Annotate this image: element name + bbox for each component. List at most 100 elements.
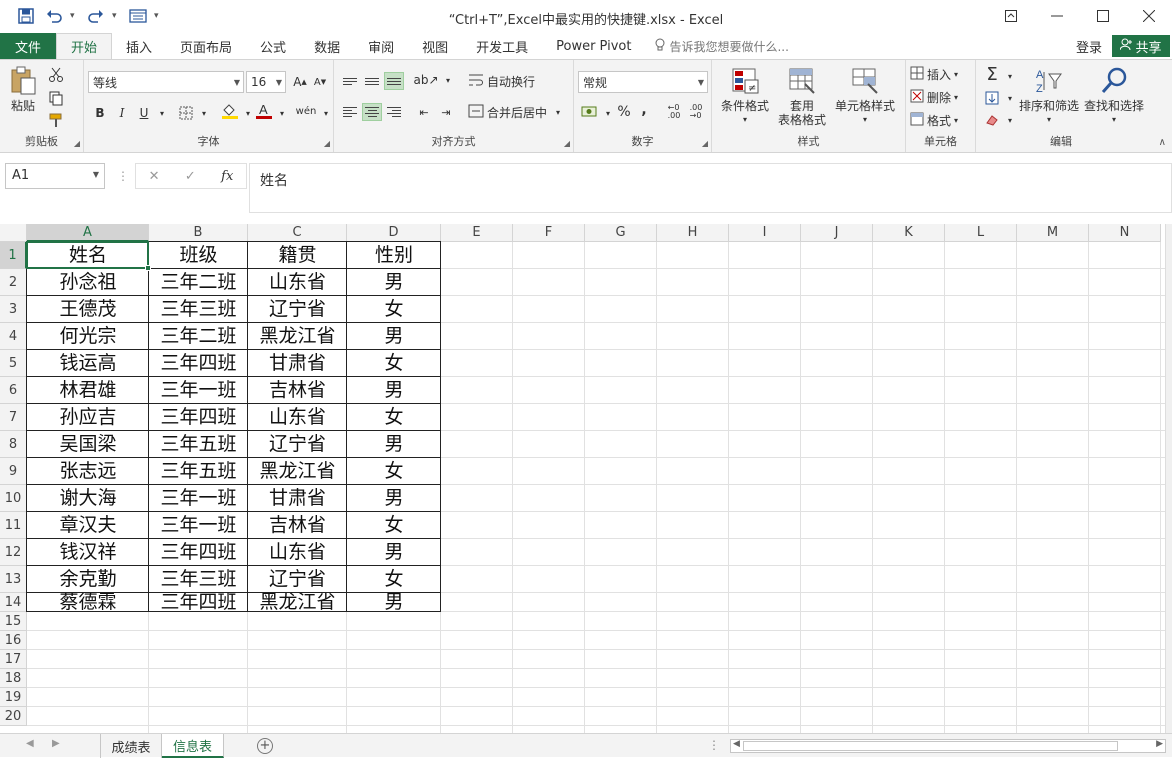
sheet-tab-scores[interactable]: 成绩表 [100, 734, 162, 758]
table-cell[interactable]: 三年四班 [149, 593, 248, 612]
row-header-12[interactable]: 12 [0, 539, 27, 566]
align-center-icon[interactable] [362, 103, 382, 121]
column-header-h[interactable]: H [657, 224, 729, 242]
ribbon-display-icon[interactable] [988, 0, 1034, 32]
comma-button[interactable]: , [634, 100, 654, 120]
scroll-left-icon[interactable]: ◀ [733, 739, 740, 749]
row-header-19[interactable]: 19 [0, 688, 27, 707]
font-name-combo[interactable]: 等线 ▼ [88, 71, 244, 93]
conditional-format-button[interactable]: ≠ 条件格式 ▾ [718, 66, 772, 127]
column-header-n[interactable]: N [1089, 224, 1161, 242]
table-cell[interactable]: 黑龙江省 [248, 593, 347, 612]
select-all-corner[interactable] [0, 224, 27, 242]
row-header-2[interactable]: 2 [0, 269, 27, 296]
row-header-8[interactable]: 8 [0, 431, 27, 458]
row-header-7[interactable]: 7 [0, 404, 27, 431]
insert-function-button[interactable]: fx [221, 169, 233, 184]
column-header-f[interactable]: F [513, 224, 585, 242]
table-cell[interactable]: 三年一班 [149, 485, 248, 512]
table-cell[interactable]: 孙念祖 [27, 269, 149, 296]
table-cell[interactable]: 钱运高 [27, 350, 149, 377]
font-color-dropdown-icon[interactable]: ▾ [272, 103, 292, 123]
next-sheet-icon[interactable]: ▶ [52, 738, 60, 749]
tell-me-box[interactable]: 告诉我您想要做什么... [645, 33, 789, 60]
table-cell[interactable]: 三年二班 [149, 323, 248, 350]
merge-dropdown-icon[interactable]: ▾ [556, 108, 560, 117]
tab-data[interactable]: 数据 [300, 33, 354, 60]
tab-view[interactable]: 视图 [408, 33, 462, 60]
underline-dropdown-icon[interactable]: ▾ [152, 103, 172, 123]
tab-page-layout[interactable]: 页面布局 [166, 33, 246, 60]
tab-formulas[interactable]: 公式 [246, 33, 300, 60]
format-painter-icon[interactable] [46, 110, 66, 130]
table-cell[interactable]: 三年三班 [149, 566, 248, 593]
column-header-e[interactable]: E [441, 224, 513, 242]
table-header-cell[interactable]: 班级 [149, 242, 248, 269]
table-cell[interactable]: 山东省 [248, 539, 347, 566]
decrease-font-icon[interactable]: A ▼ [310, 72, 330, 92]
font-size-combo[interactable]: 16 ▼ [246, 71, 286, 93]
column-header-a[interactable]: A [27, 224, 149, 242]
row-header-16[interactable]: 16 [0, 631, 27, 650]
enter-icon[interactable]: ✓ [185, 169, 196, 184]
share-button[interactable]: 共享 [1112, 35, 1170, 57]
format-cells-button[interactable]: 格式 ▾ [910, 110, 958, 130]
formula-input[interactable]: 姓名 [249, 163, 1172, 213]
row-header-4[interactable]: 4 [0, 323, 27, 350]
redo-icon[interactable] [84, 5, 108, 27]
orientation-dropdown-icon[interactable]: ▾ [438, 70, 458, 90]
table-cell[interactable]: 辽宁省 [248, 431, 347, 458]
row-header-11[interactable]: 11 [0, 512, 27, 539]
cut-icon[interactable] [46, 65, 66, 85]
column-header-j[interactable]: J [801, 224, 873, 242]
table-cell[interactable]: 孙应吉 [27, 404, 149, 431]
column-header-b[interactable]: B [149, 224, 248, 242]
table-cell[interactable]: 吉林省 [248, 512, 347, 539]
worksheet-grid[interactable]: A B C D E F G H I J K L M N 1 2 3 4 5 6 7 8 9 10 11 12 13 14 15 16 17 1… [0, 224, 1172, 733]
tab-review[interactable]: 审阅 [354, 33, 408, 60]
decrease-decimal-icon[interactable]: .00 →0 [686, 102, 706, 122]
table-cell[interactable]: 三年四班 [149, 350, 248, 377]
align-right-icon[interactable] [384, 103, 404, 121]
horizontal-scroll-thumb[interactable] [743, 741, 1118, 751]
table-cell[interactable]: 谢大海 [27, 485, 149, 512]
font-color-icon[interactable]: A [254, 101, 274, 121]
collapse-ribbon-icon[interactable]: ∧ [1159, 137, 1166, 148]
tab-developer[interactable]: 开发工具 [462, 33, 542, 60]
number-format-combo[interactable]: 常规 ▼ [578, 71, 708, 93]
column-header-l[interactable]: L [945, 224, 1017, 242]
table-cell[interactable]: 女 [347, 458, 441, 485]
table-cell[interactable]: 山东省 [248, 404, 347, 431]
close-icon[interactable] [1126, 0, 1172, 32]
sign-in-link[interactable]: 登录 [1076, 37, 1102, 56]
sort-filter-button[interactable]: AZ 排序和筛选 ▾ [1016, 66, 1082, 127]
table-cell[interactable]: 女 [347, 566, 441, 593]
alignment-launcher-icon[interactable]: ◢ [564, 139, 570, 148]
clipboard-launcher-icon[interactable]: ◢ [74, 139, 80, 148]
column-header-g[interactable]: G [585, 224, 657, 242]
align-middle-icon[interactable] [362, 72, 382, 90]
table-header-cell[interactable]: 籍贯 [248, 242, 347, 269]
table-cell[interactable]: 张志远 [27, 458, 149, 485]
column-header-i[interactable]: I [729, 224, 801, 242]
tab-insert[interactable]: 插入 [112, 33, 166, 60]
table-cell[interactable]: 三年一班 [149, 377, 248, 404]
formula-bar-grip-icon[interactable]: ⋮ [117, 169, 129, 183]
cell-styles-button[interactable]: 单元格样式 ▾ [832, 66, 898, 127]
table-cell[interactable]: 余克勤 [27, 566, 149, 593]
table-cell[interactable]: 男 [347, 431, 441, 458]
increase-font-icon[interactable]: A ▲ [290, 72, 310, 92]
table-cell[interactable]: 女 [347, 512, 441, 539]
table-cell[interactable]: 女 [347, 350, 441, 377]
row-header-10[interactable]: 10 [0, 485, 27, 512]
column-header-m[interactable]: M [1017, 224, 1089, 242]
number-launcher-icon[interactable]: ◢ [702, 139, 708, 148]
form-icon[interactable] [126, 5, 150, 27]
prev-sheet-icon[interactable]: ◀ [26, 738, 34, 749]
table-cell[interactable]: 男 [347, 539, 441, 566]
currency-icon[interactable] [580, 102, 600, 122]
table-cell[interactable]: 王德茂 [27, 296, 149, 323]
table-cell[interactable]: 何光宗 [27, 323, 149, 350]
font-launcher-icon[interactable]: ◢ [324, 139, 330, 148]
tab-power-pivot[interactable]: Power Pivot [542, 33, 645, 60]
